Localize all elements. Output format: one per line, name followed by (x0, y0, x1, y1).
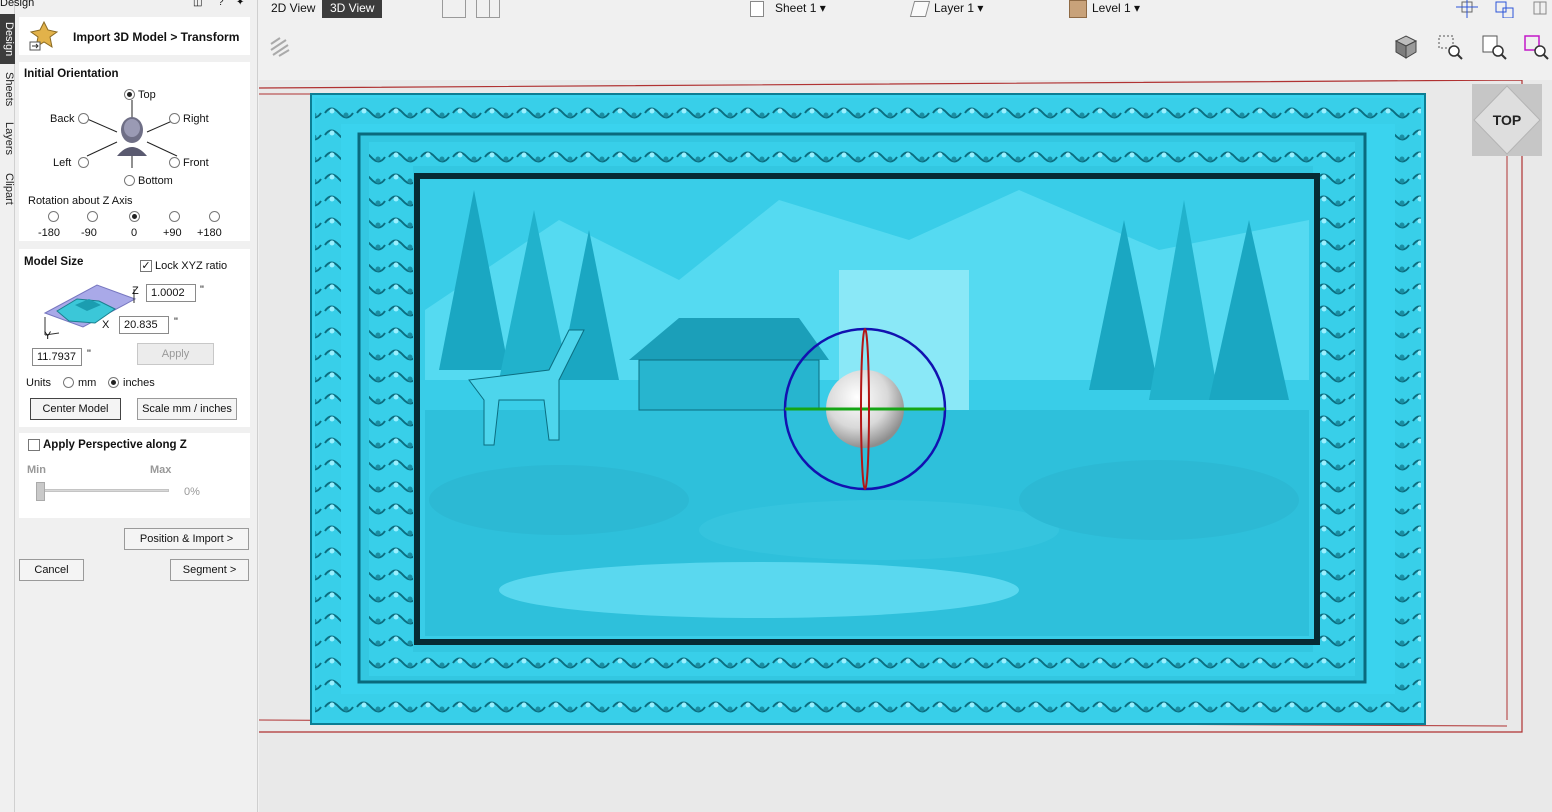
scale-units-button[interactable]: Scale mm / inches (137, 398, 237, 420)
layout-horizontal-icon[interactable] (442, 0, 466, 18)
units-inches-radio[interactable] (108, 377, 119, 388)
lock-ratio-label: Lock XYZ ratio (155, 260, 228, 272)
layout-vertical-divider (489, 0, 490, 18)
3d-viewport[interactable]: TOP (259, 80, 1552, 812)
help-icon[interactable]: ? (218, 0, 224, 8)
rotation-plus180-radio[interactable] (209, 211, 220, 222)
layout-vertical-icon[interactable] (476, 0, 500, 18)
z-unit-mark: " (200, 284, 204, 296)
y-axis-label: Y (44, 330, 52, 342)
selection-toggle-icon[interactable] (268, 35, 292, 59)
units-inches-label: inches (123, 377, 155, 389)
relief-scene[interactable] (259, 80, 1552, 812)
orientation-top-label: Top (138, 89, 156, 101)
model-size-section: Model Size ✓ Lock XYZ ratio Z 1.0002 " X… (19, 249, 250, 427)
x-unit-mark: " (174, 316, 178, 328)
position-import-button[interactable]: Position & Import > (124, 528, 249, 550)
snap-box-icon[interactable] (1529, 0, 1551, 18)
orientation-bottom-radio[interactable] (124, 175, 135, 186)
rotation-plus90-radio[interactable] (169, 211, 180, 222)
z-axis-label: Z (132, 285, 139, 297)
units-label: Units (26, 377, 52, 389)
panel-titlebar: Design ◫ ? ✦ (0, 0, 258, 10)
cancel-button[interactable]: Cancel (19, 559, 84, 581)
auto-hide-icon[interactable]: ◫ (193, 0, 202, 8)
rotation-0-label: 0 (131, 227, 138, 239)
y-unit-mark: " (87, 348, 91, 360)
rotation-plus90-label: +90 (163, 227, 182, 239)
rotation-0-radio[interactable] (129, 211, 140, 222)
view-tab-bar: 2D View 3D View Sheet 1 ▾ Layer 1 ▾ Leve… (259, 0, 1552, 22)
orientation-right-radio[interactable] (169, 113, 180, 124)
shading-cube-icon[interactable] (1393, 34, 1419, 60)
z-size-input[interactable]: 1.0002 (146, 284, 196, 302)
orientation-left-label: Left (53, 157, 72, 169)
form-title: Import 3D Model > Transform (73, 30, 240, 44)
rotation-minus90-label: -90 (81, 227, 97, 239)
view-cube[interactable]: TOP (1472, 84, 1542, 156)
layer-icon (909, 1, 931, 17)
perspective-max-label: Max (150, 464, 172, 476)
form-header: Import 3D Model > Transform (19, 17, 250, 55)
model-size-heading: Model Size (24, 256, 84, 268)
zoom-selection-icon[interactable] (1523, 34, 1549, 60)
orientation-right-label: Right (183, 113, 209, 125)
orientation-section: Initial Orientation Top Back Right Left … (19, 62, 250, 241)
layer-dropdown-value: Layer 1 (934, 1, 975, 15)
perspective-percent: 0% (184, 486, 200, 498)
orientation-top-radio[interactable] (124, 89, 135, 100)
tab-3d-view[interactable]: 3D View (322, 0, 383, 18)
perspective-slider-thumb[interactable] (36, 482, 45, 501)
lock-ratio-checkbox[interactable]: ✓ (140, 260, 152, 272)
perspective-checkbox[interactable] (28, 439, 40, 451)
zoom-box-icon[interactable] (1437, 34, 1463, 60)
view-toolbar (259, 22, 1552, 80)
rotation-plus180-label: +180 (197, 227, 222, 239)
rotation-label: Rotation about Z Axis (28, 195, 133, 207)
side-tab-design[interactable]: Design (0, 14, 15, 64)
sheet-icon (750, 1, 764, 17)
perspective-section: Apply Perspective along Z Min Max 0% (19, 433, 250, 518)
sheet-dropdown-value: Sheet 1 (775, 1, 817, 15)
orientation-bottom-label: Bottom (138, 175, 173, 187)
level-dropdown-value: Level 1 (1092, 1, 1131, 15)
side-tab-layers[interactable]: Layers (0, 116, 15, 162)
level-dropdown[interactable]: Level 1 ▾ (1092, 1, 1140, 15)
perspective-slider-track[interactable] (36, 489, 169, 492)
side-tab-clipart[interactable]: Clipart (0, 166, 15, 212)
orientation-front-label: Front (183, 157, 209, 169)
units-mm-label: mm (78, 377, 97, 389)
y-size-input[interactable]: 11.7937 (32, 348, 82, 366)
tab-2d-view[interactable]: 2D View (263, 0, 323, 18)
x-size-input[interactable]: 20.835 (119, 316, 169, 334)
pin-icon[interactable]: ✦ (236, 0, 244, 8)
sheet-dropdown[interactable]: Sheet 1 ▾ (775, 1, 826, 15)
orientation-front-radio[interactable] (169, 157, 180, 168)
rotation-minus90-radio[interactable] (87, 211, 98, 222)
x-axis-label: X (102, 319, 110, 331)
level-icon (1069, 0, 1087, 18)
perspective-min-label: Min (27, 464, 46, 476)
units-mm-radio[interactable] (63, 377, 74, 388)
zoom-page-icon[interactable] (1481, 34, 1507, 60)
panel-title: Design (0, 0, 35, 9)
layer-dropdown[interactable]: Layer 1 ▾ (934, 1, 983, 15)
view-cube-label: TOP (1492, 112, 1522, 128)
apply-button[interactable]: Apply (137, 343, 214, 365)
import-model-icon (29, 20, 59, 51)
snap-crosshair-icon[interactable] (1456, 0, 1478, 18)
side-tab-sheets[interactable]: Sheets (0, 66, 15, 112)
transform-panel: Design ◫ ? ✦ Import 3D Model > Transform… (0, 0, 258, 812)
orientation-back-label: Back (50, 113, 75, 125)
orientation-back-radio[interactable] (78, 113, 89, 124)
orientation-heading: Initial Orientation (24, 68, 119, 80)
rotation-minus180-label: -180 (38, 227, 61, 239)
snap-grid-icon[interactable] (1493, 0, 1515, 18)
orientation-left-radio[interactable] (78, 157, 89, 168)
segment-button[interactable]: Segment > (170, 559, 249, 581)
perspective-label: Apply Perspective along Z (43, 439, 187, 451)
rotation-minus180-radio[interactable] (48, 211, 59, 222)
center-model-button[interactable]: Center Model (30, 398, 121, 420)
side-tab-strip: Design Sheets Layers Clipart (0, 0, 15, 812)
